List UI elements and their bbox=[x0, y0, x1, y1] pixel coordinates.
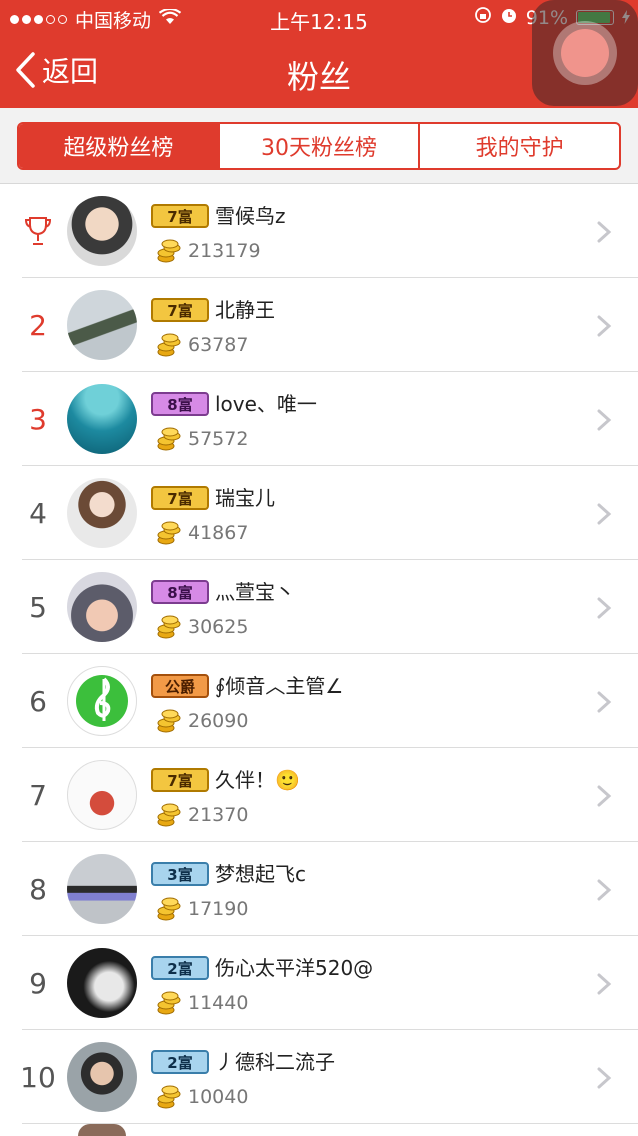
avatar bbox=[67, 384, 137, 454]
chevron-right-icon bbox=[597, 409, 612, 431]
list-item[interactable]: 10 2富 丿德科二流子 10040 bbox=[0, 1030, 638, 1124]
coin-count: 30625 bbox=[188, 616, 249, 638]
chevron-right-icon bbox=[597, 503, 612, 525]
avatar bbox=[67, 196, 137, 266]
list-item[interactable]: 5 8富 灬萱宝丶 30625 bbox=[0, 560, 638, 654]
fan-name: 北静王 bbox=[215, 298, 275, 322]
avatar bbox=[67, 572, 137, 642]
coin-stack-icon bbox=[157, 709, 181, 733]
rank-number: 9 bbox=[29, 966, 47, 1000]
rank-number: 10 bbox=[20, 1060, 56, 1094]
tab-bar: 超级粉丝榜 30天粉丝榜 我的守护 bbox=[0, 108, 638, 184]
header: 中国移动 上午12:15 91% 返回 粉丝 bbox=[0, 0, 638, 108]
chevron-right-icon bbox=[597, 221, 612, 243]
coin-count: 26090 bbox=[188, 710, 249, 732]
chevron-right-icon bbox=[597, 973, 612, 995]
assistive-touch-button[interactable] bbox=[532, 0, 638, 106]
coin-stack-icon bbox=[157, 897, 181, 921]
fan-name: 梦想起飞c bbox=[215, 862, 306, 886]
rank-number: 6 bbox=[29, 684, 47, 718]
coin-stack-icon bbox=[157, 239, 181, 263]
coin-count: 10040 bbox=[188, 1086, 249, 1108]
list-item[interactable]: 8 3富 梦想起飞c 17190 bbox=[0, 842, 638, 936]
list-item[interactable]: 2 7富 北静王 63787 bbox=[0, 278, 638, 372]
rank-number: 8 bbox=[29, 872, 47, 906]
chevron-right-icon bbox=[597, 1067, 612, 1089]
fan-name: 伤心太平洋520@ bbox=[215, 956, 374, 980]
fan-name: 瑞宝儿 bbox=[215, 486, 275, 510]
avatar bbox=[67, 760, 137, 830]
list-item[interactable]: 7 7富 久伴！🙂 21370 bbox=[0, 748, 638, 842]
rank-badge: 公爵 bbox=[151, 674, 209, 698]
coin-stack-icon bbox=[157, 803, 181, 827]
coin-stack-icon bbox=[157, 1085, 181, 1109]
list-item[interactable]: 4 7富 瑞宝儿 41867 bbox=[0, 466, 638, 560]
rotation-lock-icon bbox=[474, 6, 492, 29]
wealth-badge: 7富 bbox=[151, 298, 209, 322]
coin-stack-icon bbox=[157, 615, 181, 639]
chevron-right-icon bbox=[597, 785, 612, 807]
coin-count: 41867 bbox=[188, 522, 249, 544]
wealth-badge: 7富 bbox=[151, 768, 209, 792]
fan-name: 雪候鸟z bbox=[215, 204, 286, 228]
avatar bbox=[67, 1042, 137, 1112]
coin-count: 57572 bbox=[188, 428, 249, 450]
coin-count: 17190 bbox=[188, 898, 249, 920]
avatar bbox=[78, 1124, 126, 1136]
coin-count: 63787 bbox=[188, 334, 249, 356]
avatar bbox=[67, 478, 137, 548]
list-item[interactable]: 7富 雪候鸟z 213179 bbox=[0, 184, 638, 278]
wealth-badge: 7富 bbox=[151, 486, 209, 510]
avatar bbox=[67, 290, 137, 360]
list-item[interactable]: 9 2富 伤心太平洋520@ 11440 bbox=[0, 936, 638, 1030]
avatar bbox=[67, 854, 137, 924]
tab-30-day-fans[interactable]: 30天粉丝榜 bbox=[217, 124, 419, 168]
fan-name: love、唯一 bbox=[215, 392, 317, 416]
coin-stack-icon bbox=[157, 427, 181, 451]
coin-count: 21370 bbox=[188, 804, 249, 826]
coin-stack-icon bbox=[157, 991, 181, 1015]
rank-number: 4 bbox=[29, 496, 47, 530]
list-item[interactable]: 3 8富 love、唯一 57572 bbox=[0, 372, 638, 466]
rank-number: 7 bbox=[29, 778, 47, 812]
wealth-badge: 2富 bbox=[151, 956, 209, 980]
tab-my-guardians[interactable]: 我的守护 bbox=[418, 124, 619, 168]
wealth-badge: 7富 bbox=[151, 204, 209, 228]
alarm-icon bbox=[500, 6, 518, 29]
coin-stack-icon bbox=[157, 333, 181, 357]
rank-number: 5 bbox=[29, 590, 47, 624]
list-item[interactable]: 6 公爵 ∮倾音︿主管∠ 26090 bbox=[0, 654, 638, 748]
trophy-icon bbox=[24, 217, 52, 245]
chevron-right-icon bbox=[597, 597, 612, 619]
music-note-icon bbox=[76, 675, 128, 727]
segmented-control: 超级粉丝榜 30天粉丝榜 我的守护 bbox=[17, 122, 621, 170]
chevron-right-icon bbox=[597, 879, 612, 901]
coin-stack-icon bbox=[157, 521, 181, 545]
fan-name: 丿德科二流子 bbox=[215, 1050, 335, 1074]
rank-number: 2 bbox=[29, 308, 47, 342]
wealth-badge: 2富 bbox=[151, 1050, 209, 1074]
chevron-right-icon bbox=[597, 691, 612, 713]
coin-count: 11440 bbox=[188, 992, 249, 1014]
fan-name: 久伴！🙂 bbox=[215, 768, 300, 792]
tab-super-fans[interactable]: 超级粉丝榜 bbox=[19, 124, 218, 168]
wealth-badge: 8富 bbox=[151, 580, 209, 604]
wealth-badge: 3富 bbox=[151, 862, 209, 886]
avatar bbox=[67, 948, 137, 1018]
avatar bbox=[67, 666, 137, 736]
fan-name: 灬萱宝丶 bbox=[215, 580, 295, 604]
rank-trophy bbox=[10, 184, 66, 278]
fan-list: 7富 雪候鸟z 213179 2 7富 北静王 63787 3 8富 love、… bbox=[0, 184, 638, 1124]
rank-number: 3 bbox=[29, 402, 47, 436]
chevron-right-icon bbox=[597, 315, 612, 337]
fan-name: ∮倾音︿主管∠ bbox=[215, 674, 344, 698]
wealth-badge: 8富 bbox=[151, 392, 209, 416]
coin-count: 213179 bbox=[188, 240, 261, 262]
